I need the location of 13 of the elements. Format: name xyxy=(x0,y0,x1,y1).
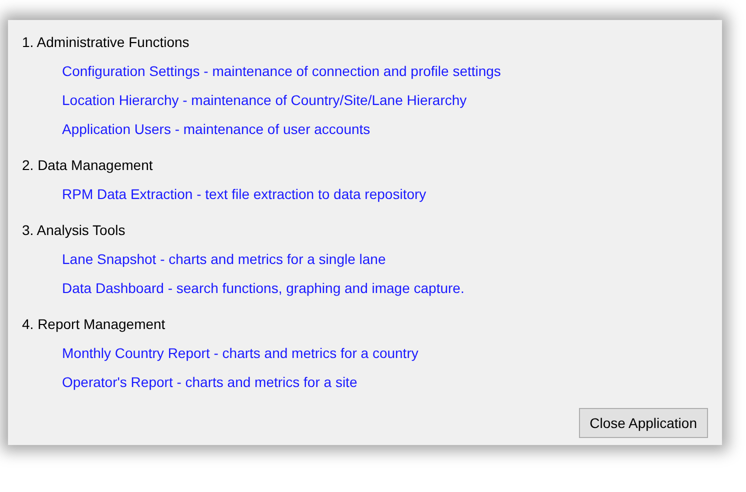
section-heading: 3. Analysis Tools xyxy=(22,221,126,240)
section-heading: 2. Data Management xyxy=(22,156,154,175)
menu-link[interactable]: Location Hierarchy - maintenance of Country/Site/Lane Hierarchy xyxy=(62,90,467,110)
menu-link[interactable]: Operator's Report - charts and metrics for a site xyxy=(62,372,358,392)
menu-link[interactable]: Application Users - maintenance of user accounts xyxy=(62,119,370,139)
section-heading: 4. Report Management xyxy=(22,315,166,334)
menu-link[interactable]: Data Dashboard - search functions, graphing and image capture. xyxy=(62,278,464,298)
close-application-button[interactable]: Close Application xyxy=(578,408,708,438)
menu-link[interactable]: Configuration Settings - maintenance of connection and profile settings xyxy=(62,61,501,81)
menu-link[interactable]: RPM Data Extraction - text file extraction to data repository xyxy=(62,184,426,204)
section-heading: 1. Administrative Functions xyxy=(22,33,190,52)
menu-link[interactable]: Monthly Country Report - charts and metrics for a country xyxy=(62,343,418,363)
menu-link[interactable]: Lane Snapshot - charts and metrics for a single lane xyxy=(62,249,386,269)
